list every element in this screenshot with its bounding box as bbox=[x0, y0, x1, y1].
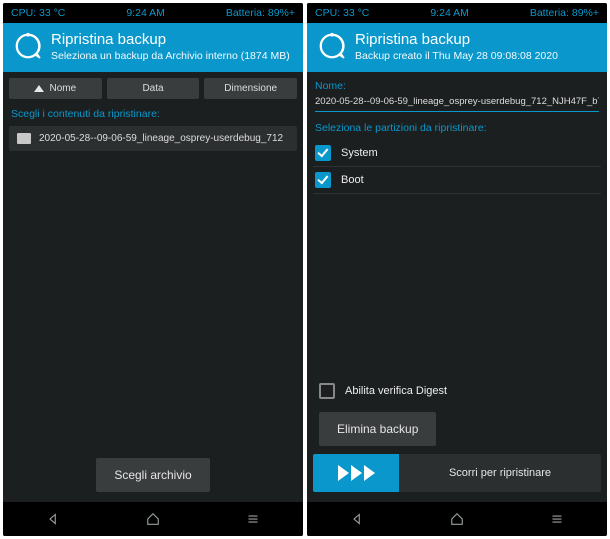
content-area: Nome: 2020-05-28--09-06-59_lineage_ospre… bbox=[307, 72, 607, 502]
partition-system-checkbox[interactable]: System bbox=[313, 140, 601, 167]
sort-date-button[interactable]: Data bbox=[107, 78, 200, 99]
nav-back-icon[interactable] bbox=[348, 510, 366, 528]
digest-label: Abilita verifica Digest bbox=[345, 385, 447, 397]
screen-restore-backup: CPU: 33 °C 9:24 AM Batteria: 89%+ Ripris… bbox=[307, 3, 607, 536]
status-battery: Batteria: 89%+ bbox=[226, 7, 295, 19]
nav-recents-icon[interactable] bbox=[548, 510, 566, 528]
page-title: Ripristina backup bbox=[51, 31, 293, 48]
partition-label: System bbox=[341, 147, 378, 159]
header: Ripristina backup Seleziona un backup da… bbox=[3, 23, 303, 72]
nav-home-icon[interactable] bbox=[448, 510, 466, 528]
digest-verify-checkbox[interactable]: Abilita verifica Digest bbox=[313, 378, 601, 404]
content-area: Nome Data Dimensione Scegli i contenuti … bbox=[3, 72, 303, 502]
nav-bar bbox=[3, 502, 303, 536]
status-bar: CPU: 33 °C 9:24 AM Batteria: 89%+ bbox=[3, 3, 303, 23]
status-time: 9:24 AM bbox=[430, 7, 469, 19]
status-cpu: CPU: 33 °C bbox=[315, 7, 369, 19]
slider-arrows-icon bbox=[313, 454, 399, 492]
folder-icon bbox=[17, 133, 31, 144]
sort-size-label: Dimensione bbox=[224, 83, 277, 94]
nav-home-icon[interactable] bbox=[144, 510, 162, 528]
screen-select-backup: CPU: 33 °C 9:24 AM Batteria: 89%+ Ripris… bbox=[3, 3, 303, 536]
sort-date-label: Data bbox=[142, 83, 163, 94]
sort-name-button[interactable]: Nome bbox=[9, 78, 102, 99]
sort-size-button[interactable]: Dimensione bbox=[204, 78, 297, 99]
partitions-prompt: Seleziona le partizioni da ripristinare: bbox=[315, 122, 599, 134]
status-time: 9:24 AM bbox=[126, 7, 165, 19]
page-subtitle: Seleziona un backup da Archivio interno … bbox=[51, 50, 293, 62]
slider-label: Scorri per ripristinare bbox=[399, 454, 601, 492]
name-label: Nome: bbox=[315, 80, 599, 92]
delete-backup-button[interactable]: Elimina backup bbox=[319, 412, 436, 446]
status-cpu: CPU: 33 °C bbox=[11, 7, 65, 19]
backup-name-field[interactable]: 2020-05-28--09-06-59_lineage_osprey-user… bbox=[315, 96, 599, 112]
partition-boot-checkbox[interactable]: Boot bbox=[313, 167, 601, 194]
header: Ripristina backup Backup creato il Thu M… bbox=[307, 23, 607, 72]
twrp-logo-icon bbox=[13, 31, 43, 61]
sort-asc-icon bbox=[34, 85, 44, 92]
page-title: Ripristina backup bbox=[355, 31, 597, 48]
partition-label: Boot bbox=[341, 174, 364, 186]
nav-bar bbox=[307, 502, 607, 536]
swipe-to-restore-slider[interactable]: Scorri per ripristinare bbox=[313, 454, 601, 492]
page-subtitle: Backup creato il Thu May 28 09:08:08 202… bbox=[355, 50, 597, 62]
status-bar: CPU: 33 °C 9:24 AM Batteria: 89%+ bbox=[307, 3, 607, 23]
nav-recents-icon[interactable] bbox=[244, 510, 262, 528]
backup-list-item[interactable]: 2020-05-28--09-06-59_lineage_osprey-user… bbox=[9, 126, 297, 151]
checkbox-checked-icon bbox=[315, 145, 331, 161]
choose-archive-button[interactable]: Scegli archivio bbox=[96, 458, 209, 492]
nav-back-icon[interactable] bbox=[44, 510, 62, 528]
sort-name-label: Nome bbox=[49, 83, 76, 94]
checkbox-unchecked-icon bbox=[319, 383, 335, 399]
twrp-logo-icon bbox=[317, 31, 347, 61]
status-battery: Batteria: 89%+ bbox=[530, 7, 599, 19]
checkbox-checked-icon bbox=[315, 172, 331, 188]
select-contents-prompt: Scegli i contenuti da ripristinare: bbox=[11, 108, 295, 120]
backup-filename: 2020-05-28--09-06-59_lineage_osprey-user… bbox=[39, 133, 283, 144]
